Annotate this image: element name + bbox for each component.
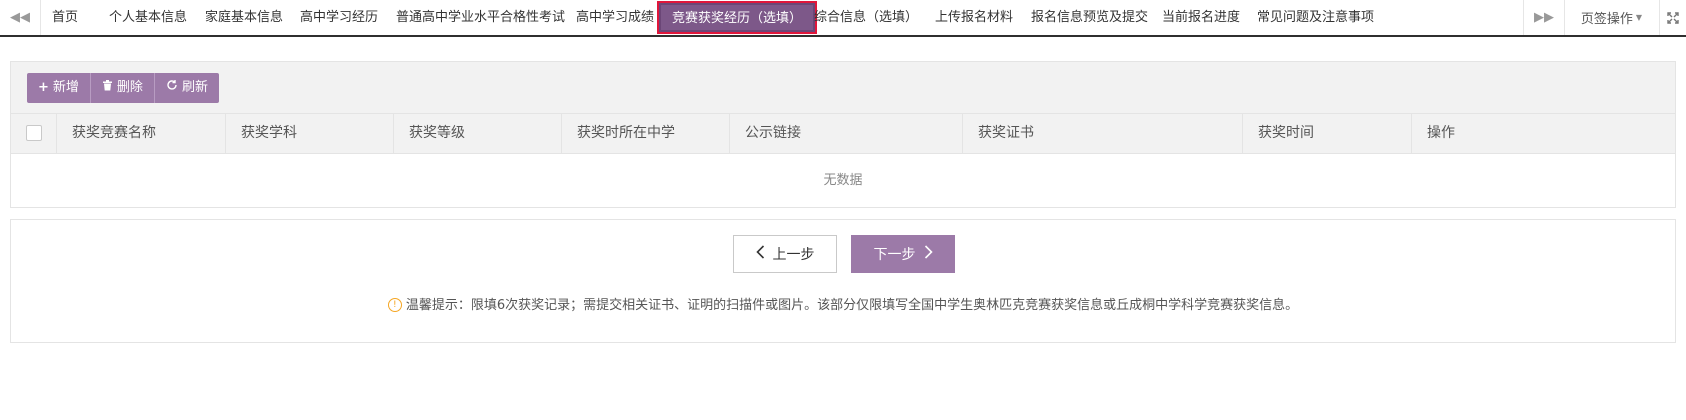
- fullscreen-icon[interactable]: [1660, 0, 1686, 35]
- info-icon: !: [387, 297, 402, 312]
- tab-progress[interactable]: 当前报名进度: [1162, 0, 1240, 35]
- column-header[interactable]: 获奖证书: [963, 114, 1243, 153]
- column-header[interactable]: 获奖时间: [1243, 114, 1412, 153]
- previous-step-label: 上一步: [772, 247, 815, 263]
- page-operations-dropdown[interactable]: 页签操作 ▼: [1564, 0, 1660, 35]
- column-header[interactable]: 获奖学科: [226, 114, 394, 153]
- previous-step-button[interactable]: 上一步: [733, 235, 837, 273]
- column-header[interactable]: 获奖等级: [394, 114, 562, 153]
- chevron-left-icon: [755, 245, 765, 263]
- tab-high-school-grades[interactable]: 高中学习成绩: [576, 0, 654, 35]
- select-all-cell: [11, 114, 57, 153]
- hint-message: ! 温馨提示：限填6次获奖记录；需提交相关证书、证明的扫描件或图片。该部分仅限填写…: [11, 294, 1675, 313]
- column-header[interactable]: 获奖时所在中学: [562, 114, 730, 153]
- table-toolbar: + 新增 删除 刷新: [11, 62, 1675, 114]
- tab-comprehensive-info[interactable]: 综合信息（选填）: [814, 0, 918, 35]
- hint-text: 温馨提示：限填6次获奖记录；需提交相关证书、证明的扫描件或图片。该部分仅限填写全…: [405, 298, 1299, 313]
- step-navigation-panel: 上一步 下一步 ! 温馨提示：限填6次获奖记录；需提交相关证书、证明的扫描件或图片…: [10, 219, 1676, 343]
- tab-personal-info[interactable]: 个人基本信息: [109, 0, 187, 35]
- tab-high-school-history[interactable]: 高中学习经历: [300, 0, 378, 35]
- next-step-button[interactable]: 下一步: [851, 235, 955, 273]
- tab-proficiency-exam[interactable]: 普通高中学业水平合格性考试: [396, 0, 565, 35]
- tab-faq[interactable]: 常见问题及注意事项: [1257, 0, 1374, 35]
- column-header[interactable]: 公示链接: [730, 114, 963, 153]
- double-chevron-right-icon[interactable]: ▶▶: [1523, 0, 1565, 35]
- select-all-checkbox[interactable]: [26, 125, 42, 141]
- awards-table-panel: + 新增 删除 刷新 获奖竞赛名称 获奖学科 获奖等级 获奖时所在中学 公示链接…: [10, 61, 1676, 208]
- next-step-label: 下一步: [873, 247, 916, 263]
- tab-family-info[interactable]: 家庭基本信息: [205, 0, 283, 35]
- empty-state-text: 无数据: [823, 173, 863, 188]
- column-header[interactable]: 操作: [1412, 114, 1675, 153]
- tab-home[interactable]: 首页: [52, 0, 78, 35]
- table-header: 获奖竞赛名称 获奖学科 获奖等级 获奖时所在中学 公示链接 获奖证书 获奖时间 …: [11, 114, 1675, 154]
- tab-bar: ◀◀ 首页 个人基本信息 家庭基本信息 高中学习经历 普通高中学业水平合格性考试…: [0, 0, 1686, 37]
- double-chevron-left-icon[interactable]: ◀◀: [0, 0, 41, 35]
- column-header[interactable]: 获奖竞赛名称: [57, 114, 226, 153]
- trash-icon: [102, 73, 113, 103]
- tab-preview-submit[interactable]: 报名信息预览及提交: [1031, 0, 1148, 35]
- add-button[interactable]: + 新增: [27, 73, 91, 103]
- page-operations-label: 页签操作: [1580, 12, 1633, 27]
- add-button-label: 新增: [52, 80, 79, 95]
- chevron-right-icon: [924, 245, 933, 263]
- refresh-button[interactable]: 刷新: [154, 73, 219, 103]
- toolbar-button-group: + 新增 删除 刷新: [27, 73, 219, 103]
- delete-button-label: 删除: [116, 80, 143, 95]
- tab-upload-materials[interactable]: 上传报名材料: [935, 0, 1013, 35]
- refresh-icon: [166, 73, 178, 103]
- refresh-button-label: 刷新: [181, 80, 208, 95]
- plus-icon: +: [38, 80, 49, 95]
- tab-competition-awards[interactable]: 竞赛获奖经历（选填）: [657, 1, 818, 34]
- delete-button[interactable]: 删除: [90, 73, 155, 103]
- caret-down-icon: ▼: [1635, 13, 1643, 22]
